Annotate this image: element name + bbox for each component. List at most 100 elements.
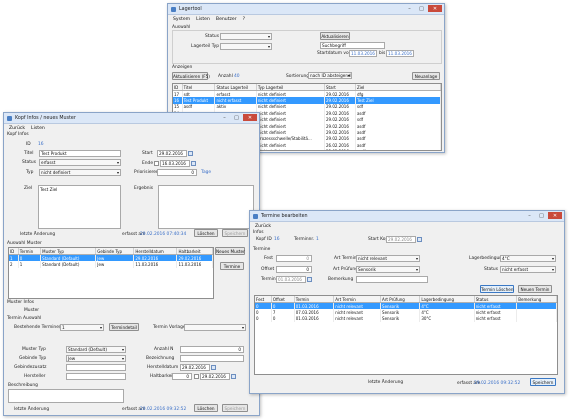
fest-input[interactable]: 0 [276, 255, 312, 262]
menu-help[interactable]: ? [243, 17, 245, 22]
prioritaet-input[interactable]: 0 [157, 169, 197, 176]
speichern-button[interactable]: Speichern [222, 229, 248, 237]
termin-loeschen-button[interactable]: Termin Löschen [480, 285, 514, 293]
status-label: Status [484, 267, 498, 272]
status-dropdown[interactable]: nicht erfasst ▾ [500, 266, 556, 273]
table-row[interactable]: 17 sdt erfasst nicht definiert 29.02.2016 dfg [173, 90, 441, 98]
menu-zurueck[interactable]: Zurück [255, 224, 271, 229]
maximize-icon[interactable]: □ [536, 212, 547, 219]
termine-titlebar[interactable]: Termine bearbeiten – □ ✕ [250, 211, 564, 222]
muster-typ-dropdown[interactable]: Standard (Default) ▾ [66, 346, 126, 353]
table-row[interactable]: 1 0 Standard (Default) Jew 29.02.2016 29.02.2… [9, 254, 213, 262]
ziel-textarea[interactable]: Test Ziel [38, 185, 121, 229]
sortierung-dropdown[interactable]: nach ID absteigend ▾ [308, 72, 352, 79]
kopf-window: Kopf Infos / neues Muster – □ ✕ Zurück Lis… [3, 112, 260, 416]
letzte-aenderung-label: letzte Änderung [14, 407, 50, 412]
fest-label: Fest [264, 256, 273, 261]
titel-input[interactable]: Test Produkt [39, 150, 121, 157]
anzahl-input[interactable]: 0 [180, 346, 244, 353]
app-icon [253, 213, 258, 219]
gebindezusatz-input[interactable] [66, 364, 126, 371]
calendar-icon[interactable] [191, 161, 196, 166]
speichern-button[interactable]: Speichern [530, 378, 556, 386]
minimize-icon[interactable]: – [219, 114, 230, 121]
table-row[interactable]: 0 0 01.03.2016 nicht relevant Sensorik 30°C ni… [255, 315, 557, 323]
menu-zurueck[interactable]: Zurück [9, 126, 25, 131]
bemerkung-input[interactable] [356, 276, 428, 283]
kopf-titlebar[interactable]: Kopf Infos / neues Muster – □ ✕ [4, 113, 259, 124]
maximize-icon[interactable]: □ [231, 114, 242, 121]
termindetail-button[interactable]: Termindetail [109, 323, 139, 331]
bestehende-dropdown[interactable]: 1 ▾ [60, 324, 104, 331]
haltbarkeit-date-input[interactable]: 29.02.2016 [200, 373, 230, 380]
minimize-icon[interactable]: – [404, 5, 415, 12]
neuen-termin-button[interactable]: Neuen Termin [518, 285, 552, 293]
calendar-icon[interactable] [211, 365, 216, 370]
offset-label: Offset [261, 267, 275, 272]
art-pruefung-label: Art Prüfung [333, 267, 358, 272]
art-pruefung-dropdown[interactable]: Sensorik ▾ [356, 266, 420, 273]
maximize-icon[interactable]: □ [416, 5, 427, 12]
lagerbedingung-dropdown[interactable]: 4°C ▾ [500, 255, 556, 262]
menu-listen[interactable]: Listen [196, 17, 210, 22]
start-input[interactable]: 29.02.2016 [157, 150, 187, 157]
typ-dropdown[interactable]: nicht definiert ▾ [39, 169, 121, 176]
haltbarkeit-input[interactable]: 0 [172, 373, 192, 380]
lagerteil-dropdown[interactable]: ▾ [220, 43, 272, 50]
calendar-icon[interactable] [307, 277, 312, 282]
ende-checkbox[interactable] [154, 161, 159, 166]
ende-input[interactable]: 16.03.2016 [160, 160, 190, 167]
table-cell: Sensorik [380, 302, 421, 310]
close-icon[interactable]: ✕ [243, 114, 257, 121]
speichern-button[interactable]: Speichern [222, 404, 248, 412]
termin-vorlage-dropdown[interactable]: ▾ [184, 324, 246, 331]
hersteller-input[interactable] [66, 373, 126, 380]
app-icon [171, 6, 176, 12]
menu-benutzer[interactable]: Benutzer [216, 17, 237, 22]
loeschen-button[interactable]: Löschen [194, 404, 218, 412]
refresh-button[interactable]: Aktualisieren (F5) [172, 72, 210, 80]
calendar-icon[interactable] [231, 374, 236, 379]
table-cell: 29.02.2016 [176, 254, 213, 262]
calendar-icon[interactable] [188, 151, 193, 156]
suchbegriff-input[interactable]: Suchbegriff [320, 42, 385, 49]
menu-listen[interactable]: Listen [31, 126, 45, 131]
haltbarkeit-checkbox[interactable] [194, 374, 199, 379]
termine-button[interactable]: Termine [220, 262, 244, 270]
herstelldatum-input[interactable]: 29.02.2016 [180, 364, 210, 371]
close-icon[interactable]: ✕ [428, 5, 442, 12]
date-from-input[interactable]: 11.03.2016 [349, 50, 377, 57]
ende-label: Ende [142, 161, 154, 166]
table-row[interactable]: 0 0 01.03.2016 nicht relevant Sensorik 4°C nic… [255, 302, 557, 310]
termine-table[interactable]: Fest Offset Termin Art Termin Art Prüfung Lag… [254, 295, 558, 375]
status-dropdown[interactable]: erfasst ▾ [39, 159, 121, 166]
ziel-label: Ziel [24, 186, 33, 191]
neues-muster-button[interactable]: Neues Muster [215, 247, 245, 255]
menu-system[interactable]: System [173, 17, 190, 22]
beschreibung-textarea[interactable] [8, 389, 124, 403]
termin-auswahl-label: Termin Auswahl [7, 316, 42, 321]
bezeichnung-input[interactable] [180, 355, 244, 362]
aktualisieren-button[interactable]: Aktualisieren [320, 32, 350, 40]
date-to-input[interactable]: 11.03.2016 [386, 50, 414, 57]
status-dropdown[interactable]: ▾ [220, 33, 272, 40]
muster-table[interactable]: ID Termin Muster Typ Gebinde Typ Herstelldat… [8, 247, 214, 299]
ergebnis-textarea[interactable] [158, 185, 254, 229]
loeschen-button[interactable]: Löschen [194, 229, 218, 237]
table-cell: Jew [95, 261, 135, 268]
offset-input[interactable]: 0 [276, 266, 312, 273]
close-icon[interactable]: ✕ [548, 212, 562, 219]
gebinde-dropdown[interactable]: Jew ▾ [66, 355, 126, 362]
table-cell: 11.03.2016 [176, 261, 213, 268]
art-termin-value: nicht relevant [358, 256, 388, 261]
sortierung-value: nach ID absteigend [310, 73, 351, 78]
table-cell: nicht erfasst [474, 315, 518, 323]
art-termin-dropdown[interactable]: nicht relevant ▾ [356, 255, 420, 262]
neuanlage-button[interactable]: Neuanlage [412, 72, 440, 80]
anzahl-label: Anzahl N [154, 347, 174, 352]
lagertool-titlebar[interactable]: Lagertool – □ ✕ [168, 4, 444, 15]
chevron-down-icon: ▾ [121, 356, 124, 361]
table-row[interactable]: 2 1 Standard (Default) Jew 11.03.2016 11.03.2… [9, 261, 213, 268]
termin-input[interactable]: 01.03.2016 [276, 276, 306, 283]
minimize-icon[interactable]: – [524, 212, 535, 219]
